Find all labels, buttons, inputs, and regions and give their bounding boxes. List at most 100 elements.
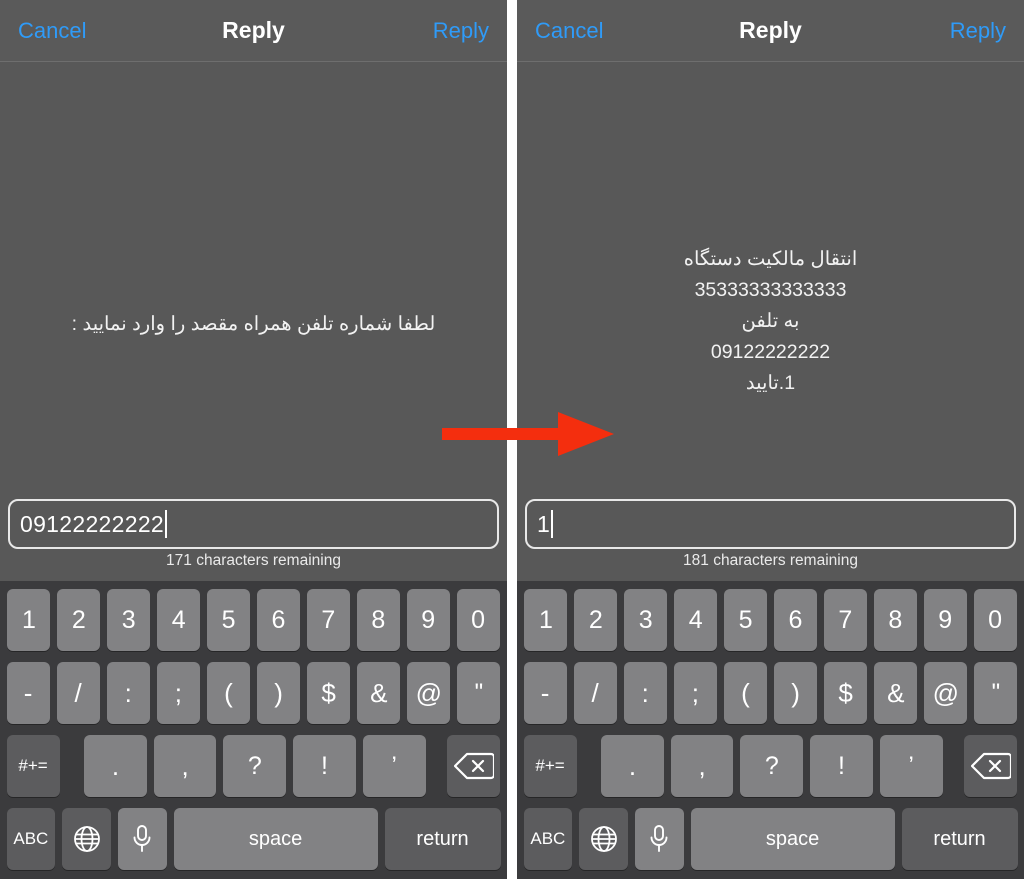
navigation-bar-right: Cancel Reply Reply: [517, 0, 1024, 62]
message-line-option: 1.تایید: [745, 372, 796, 394]
reply-input-value-right: 1: [537, 510, 551, 537]
keyboard-row-bottom-right: ABC space return: [517, 808, 1024, 870]
message-line: به تلفن: [741, 310, 800, 332]
key-return[interactable]: return: [384, 808, 501, 870]
reply-input-value-left: 09122222222: [20, 510, 165, 537]
keyboard-row-punctuation-right: #+= . , ? ! ’: [517, 735, 1024, 797]
key-semicolon[interactable]: ;: [156, 662, 200, 724]
key-period[interactable]: .: [84, 735, 147, 797]
key-at[interactable]: @: [407, 662, 451, 724]
key-colon[interactable]: :: [623, 662, 667, 724]
key-comma[interactable]: ,: [153, 735, 217, 797]
key-at[interactable]: @: [924, 662, 968, 724]
key-period[interactable]: .: [601, 735, 664, 797]
key-7[interactable]: 7: [306, 589, 350, 651]
keyboard-row-numbers-right: 1 2 3 4 5 6 7 8 9 0: [517, 589, 1024, 651]
key-apostrophe[interactable]: ’: [879, 735, 943, 797]
key-symbol-switch[interactable]: #+=: [6, 735, 60, 797]
key-symbol-switch[interactable]: #+=: [523, 735, 577, 797]
text-caret-left: [165, 510, 168, 538]
keyboard-row-bottom-left: ABC space return: [0, 808, 507, 870]
left-panel: Cancel Reply Reply لطفا شماره تلفن همراه…: [0, 0, 507, 879]
key-semicolon[interactable]: ;: [673, 662, 717, 724]
backspace-icon[interactable]: [964, 735, 1018, 797]
key-space[interactable]: space: [173, 808, 378, 870]
page-title-left: Reply: [222, 17, 285, 43]
reply-entry-area-left: 09122222222 171 characters remaining: [0, 492, 507, 581]
key-question[interactable]: ?: [740, 735, 804, 797]
key-8[interactable]: 8: [356, 589, 400, 651]
key-0[interactable]: 0: [456, 589, 500, 651]
key-hyphen[interactable]: -: [6, 662, 50, 724]
key-ampersand[interactable]: &: [874, 662, 918, 724]
characters-remaining-left: 171 characters remaining: [166, 552, 341, 569]
globe-icon[interactable]: [62, 808, 111, 870]
key-2[interactable]: 2: [574, 589, 618, 651]
microphone-icon[interactable]: [634, 808, 684, 870]
characters-remaining-right: 181 characters remaining: [683, 552, 858, 569]
key-return[interactable]: return: [901, 808, 1018, 870]
key-3[interactable]: 3: [107, 589, 151, 651]
keyboard-left: 1 2 3 4 5 6 7 8 9 0 - / : ; ( ) $ & @ " …: [0, 581, 507, 879]
key-4[interactable]: 4: [674, 589, 718, 651]
message-body-right: انتقال مالکیت دستگاه 35333333333333 به ت…: [517, 62, 1024, 492]
key-7[interactable]: 7: [823, 589, 867, 651]
key-quote[interactable]: ": [974, 662, 1018, 724]
key-dollar[interactable]: $: [307, 662, 351, 724]
message-text-left: لطفا شماره تلفن همراه مقصد را وارد نمایی…: [0, 312, 507, 336]
message-text-right: انتقال مالکیت دستگاه 35333333333333 به ت…: [517, 244, 1024, 399]
globe-icon[interactable]: [579, 808, 628, 870]
key-hyphen[interactable]: -: [523, 662, 567, 724]
key-1[interactable]: 1: [7, 589, 51, 651]
text-caret-right: [551, 510, 554, 538]
key-0[interactable]: 0: [973, 589, 1017, 651]
key-dollar[interactable]: $: [824, 662, 868, 724]
panel-divider: [507, 0, 517, 879]
reply-text-input-right[interactable]: 1: [525, 499, 1016, 549]
key-2[interactable]: 2: [57, 589, 101, 651]
key-1[interactable]: 1: [524, 589, 568, 651]
key-5[interactable]: 5: [724, 589, 767, 651]
key-question[interactable]: ?: [223, 735, 287, 797]
key-slash[interactable]: /: [56, 662, 100, 724]
key-3[interactable]: 3: [624, 589, 668, 651]
key-6[interactable]: 6: [257, 589, 300, 651]
key-open-paren[interactable]: (: [206, 662, 250, 724]
key-open-paren[interactable]: (: [723, 662, 767, 724]
key-quote[interactable]: ": [457, 662, 501, 724]
row-spacer: [580, 735, 598, 797]
reply-text-input-left[interactable]: 09122222222: [8, 499, 499, 549]
backspace-icon[interactable]: [447, 735, 501, 797]
keyboard-right: 1 2 3 4 5 6 7 8 9 0 - / : ; ( ) $ & @ " …: [517, 581, 1024, 879]
message-line-phone: 09122222222: [710, 341, 831, 363]
microphone-icon[interactable]: [117, 808, 167, 870]
keyboard-row-symbols-left: - / : ; ( ) $ & @ ": [0, 662, 507, 724]
key-9[interactable]: 9: [406, 589, 450, 651]
key-4[interactable]: 4: [157, 589, 201, 651]
key-exclamation[interactable]: !: [810, 735, 873, 797]
key-abc-switch[interactable]: ABC: [6, 808, 56, 870]
key-apostrophe[interactable]: ’: [362, 735, 426, 797]
key-5[interactable]: 5: [207, 589, 250, 651]
reply-send-button-right[interactable]: Reply: [950, 0, 1006, 61]
key-slash[interactable]: /: [573, 662, 617, 724]
key-8[interactable]: 8: [873, 589, 917, 651]
reply-entry-area-right: 1 181 characters remaining: [517, 492, 1024, 581]
keyboard-row-symbols-right: - / : ; ( ) $ & @ ": [517, 662, 1024, 724]
key-6[interactable]: 6: [774, 589, 817, 651]
keyboard-row-punctuation-left: #+= . , ? ! ’: [0, 735, 507, 797]
row-spacer: [946, 735, 961, 797]
message-line: انتقال مالکیت دستگاه: [683, 248, 858, 270]
key-close-paren[interactable]: ): [774, 662, 818, 724]
key-comma[interactable]: ,: [670, 735, 734, 797]
key-space[interactable]: space: [690, 808, 895, 870]
reply-send-button-left[interactable]: Reply: [433, 0, 489, 61]
key-close-paren[interactable]: ): [257, 662, 301, 724]
message-body-left: لطفا شماره تلفن همراه مقصد را وارد نمایی…: [0, 62, 507, 492]
key-abc-switch[interactable]: ABC: [523, 808, 573, 870]
key-exclamation[interactable]: !: [293, 735, 356, 797]
key-colon[interactable]: :: [106, 662, 150, 724]
right-panel: Cancel Reply Reply انتقال مالکیت دستگاه …: [517, 0, 1024, 879]
key-ampersand[interactable]: &: [357, 662, 401, 724]
key-9[interactable]: 9: [923, 589, 967, 651]
